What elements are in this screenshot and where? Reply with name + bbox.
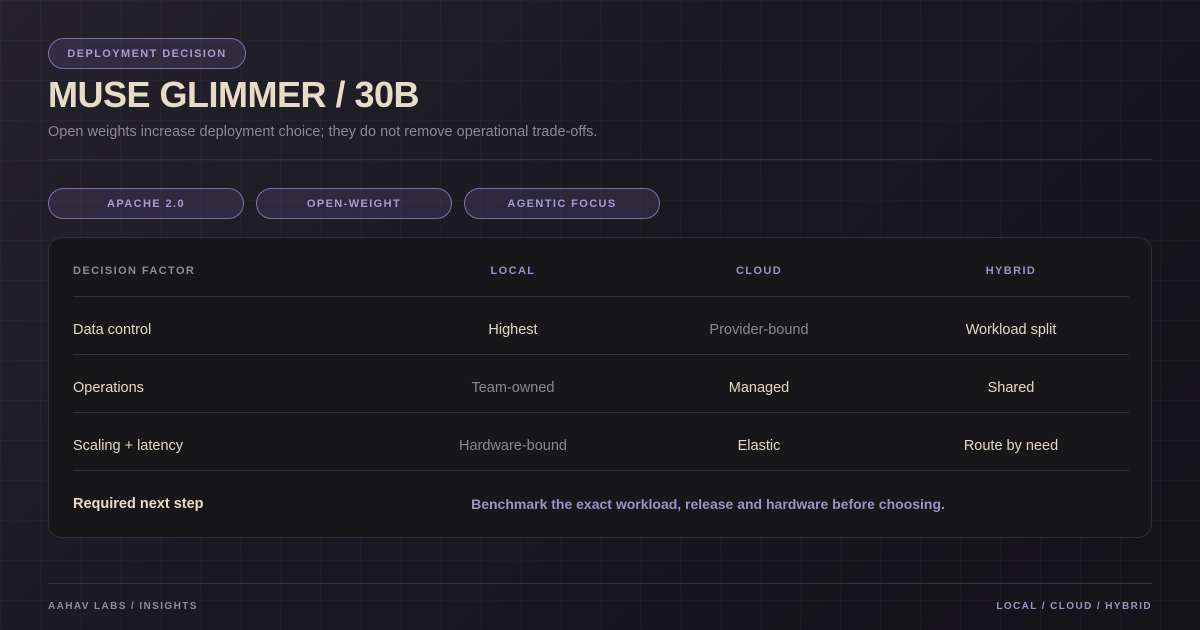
column-header-cloud: CLOUD <box>735 265 783 277</box>
column-header-hybrid: HYBRID <box>985 265 1037 277</box>
cell-local: Team-owned <box>471 380 555 396</box>
row-divider <box>73 354 1129 355</box>
footer-options: LOCAL / CLOUD / HYBRID <box>996 601 1152 612</box>
cell-local: Hardware-bound <box>458 438 567 454</box>
footer-divider <box>48 583 1152 584</box>
row-factor: Data control <box>73 322 152 338</box>
row-divider <box>73 296 1129 297</box>
next-step-text: Benchmark the exact workload, release an… <box>471 496 945 512</box>
cell-hybrid: Shared <box>987 380 1035 396</box>
page-subtitle: Open weights increase deployment choice;… <box>48 124 598 140</box>
cell-cloud: Managed <box>728 380 790 396</box>
row-factor: Operations <box>73 380 144 396</box>
tag-license: APACHE 2.0 <box>48 188 244 219</box>
cell-local: Highest <box>488 322 538 338</box>
next-step-label: Required next step <box>73 496 204 512</box>
row-factor: Scaling + latency <box>73 438 184 454</box>
decision-table: DECISION FACTOR LOCAL CLOUD HYBRID Data … <box>48 237 1152 538</box>
table-row: Scaling + latency Hardware-bound Elastic… <box>73 417 1129 475</box>
cell-cloud: Provider-bound <box>709 322 809 338</box>
deployment-decision-badge: DEPLOYMENT DECISION <box>48 38 246 69</box>
tag-agentic-focus: AGENTIC FOCUS <box>464 188 660 219</box>
table-row: Data control Highest Provider-bound Work… <box>73 301 1129 359</box>
row-divider <box>73 412 1129 413</box>
cell-hybrid: Workload split <box>965 322 1057 338</box>
cell-hybrid: Route by need <box>963 438 1059 454</box>
header-divider <box>48 159 1152 160</box>
table-row: Operations Team-owned Managed Shared <box>73 359 1129 417</box>
row-divider <box>73 470 1129 471</box>
column-header-factor: DECISION FACTOR <box>73 265 196 277</box>
footer-brand: AAHAV LABS / INSIGHTS <box>48 601 198 612</box>
tag-open-weight: OPEN-WEIGHT <box>256 188 452 219</box>
page-title: MUSE GLIMMER / 30B <box>48 74 420 115</box>
next-step-row: Required next step Benchmark the exact w… <box>73 475 1129 533</box>
cell-cloud: Elastic <box>737 438 781 454</box>
table-header-row: DECISION FACTOR LOCAL CLOUD HYBRID <box>73 242 1129 300</box>
column-header-local: LOCAL <box>490 265 536 277</box>
